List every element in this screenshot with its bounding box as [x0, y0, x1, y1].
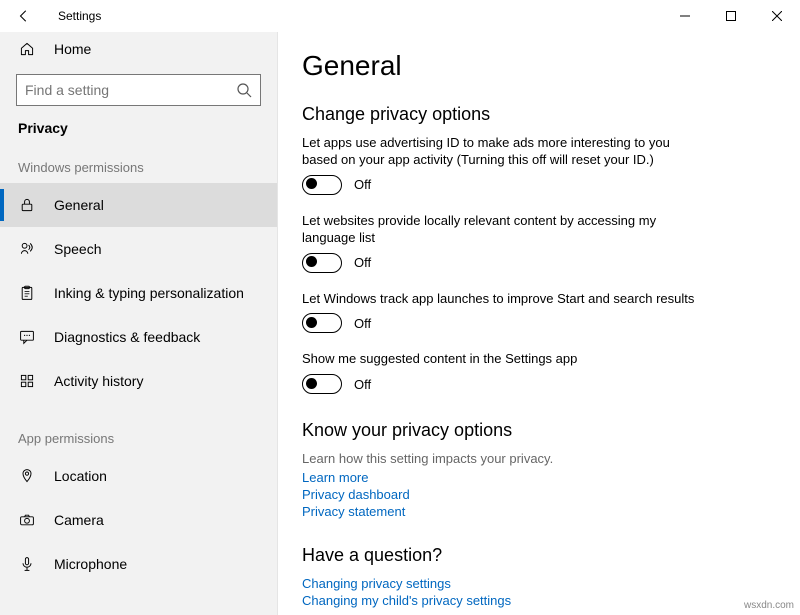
know-heading: Know your privacy options [302, 420, 776, 441]
toggle-advertising-id[interactable] [302, 175, 342, 195]
nav-app-permissions: Location Camera Microphone [0, 454, 277, 586]
know-subtext: Learn how this setting impacts your priv… [302, 451, 776, 466]
toggle-state: Off [354, 377, 371, 392]
content-pane: General Change privacy options Let apps … [278, 32, 800, 615]
toggle-state: Off [354, 255, 371, 270]
sidebar-item-location[interactable]: Location [0, 454, 277, 498]
feedback-icon [18, 328, 36, 346]
camera-icon [18, 511, 36, 529]
option-desc: Let apps use advertising ID to make ads … [302, 135, 702, 169]
sidebar-item-label: Activity history [54, 373, 143, 389]
link-privacy-dashboard[interactable]: Privacy dashboard [302, 487, 776, 502]
search-box[interactable] [16, 74, 261, 106]
sidebar-item-label: Inking & typing personalization [54, 285, 244, 301]
option-app-launches: Let Windows track app launches to improv… [302, 291, 776, 334]
titlebar: Settings [0, 0, 800, 32]
toggle-app-launches[interactable] [302, 313, 342, 333]
speech-icon [18, 240, 36, 258]
home-label: Home [54, 41, 91, 57]
sidebar-item-label: Diagnostics & feedback [54, 329, 200, 345]
option-desc: Let websites provide locally relevant co… [302, 213, 702, 247]
minimize-icon [680, 11, 690, 21]
sidebar-item-label: Speech [54, 241, 101, 257]
maximize-icon [726, 11, 736, 21]
link-learn-more[interactable]: Learn more [302, 470, 776, 485]
toggle-language-list[interactable] [302, 253, 342, 273]
group-app-permissions: App permissions [0, 423, 277, 454]
section-heading: Change privacy options [302, 104, 776, 125]
sidebar-item-general[interactable]: General [0, 183, 277, 227]
window-title: Settings [58, 9, 101, 23]
page-title: General [302, 50, 776, 82]
know-section: Know your privacy options Learn how this… [302, 420, 776, 519]
sidebar-item-microphone[interactable]: Microphone [0, 542, 277, 586]
activity-icon [18, 372, 36, 390]
maximize-button[interactable] [708, 0, 754, 32]
sidebar-item-diagnostics[interactable]: Diagnostics & feedback [0, 315, 277, 359]
link-changing-privacy[interactable]: Changing privacy settings [302, 576, 776, 591]
link-privacy-statement[interactable]: Privacy statement [302, 504, 776, 519]
sidebar-item-label: Camera [54, 512, 104, 528]
back-button[interactable] [10, 2, 38, 30]
option-suggested-content: Show me suggested content in the Setting… [302, 351, 776, 394]
link-child-privacy[interactable]: Changing my child's privacy settings [302, 593, 776, 608]
option-language-list: Let websites provide locally relevant co… [302, 213, 776, 273]
microphone-icon [18, 555, 36, 573]
search-input[interactable] [25, 82, 236, 98]
question-heading: Have a question? [302, 545, 776, 566]
home-icon [18, 40, 36, 58]
nav-windows-permissions: General Speech Inking & typing personali… [0, 183, 277, 403]
option-desc: Let Windows track app launches to improv… [302, 291, 702, 308]
sidebar-item-label: Location [54, 468, 107, 484]
watermark: wsxdn.com [744, 600, 794, 611]
section-label: Privacy [0, 114, 277, 152]
question-section: Have a question? Changing privacy settin… [302, 545, 776, 608]
sidebar: Home Privacy Windows permissions General [0, 32, 278, 615]
sidebar-item-speech[interactable]: Speech [0, 227, 277, 271]
option-desc: Show me suggested content in the Setting… [302, 351, 702, 368]
option-advertising-id: Let apps use advertising ID to make ads … [302, 135, 776, 195]
minimize-button[interactable] [662, 0, 708, 32]
close-button[interactable] [754, 0, 800, 32]
toggle-state: Off [354, 177, 371, 192]
search-icon [236, 82, 252, 98]
sidebar-item-label: Microphone [54, 556, 127, 572]
toggle-suggested-content[interactable] [302, 374, 342, 394]
location-icon [18, 467, 36, 485]
group-windows-permissions: Windows permissions [0, 152, 277, 183]
lock-icon [18, 196, 36, 214]
home-button[interactable]: Home [0, 32, 277, 66]
sidebar-item-label: General [54, 197, 104, 213]
clipboard-icon [18, 284, 36, 302]
arrow-left-icon [17, 9, 31, 23]
sidebar-item-camera[interactable]: Camera [0, 498, 277, 542]
close-icon [772, 11, 782, 21]
sidebar-item-activity[interactable]: Activity history [0, 359, 277, 403]
toggle-state: Off [354, 316, 371, 331]
sidebar-item-inking[interactable]: Inking & typing personalization [0, 271, 277, 315]
